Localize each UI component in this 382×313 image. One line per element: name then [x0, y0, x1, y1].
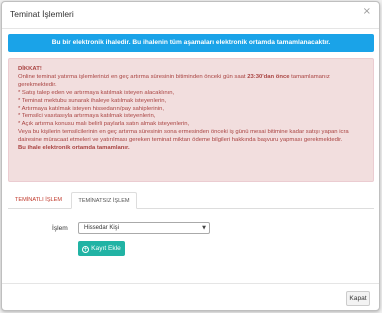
tab-bar: TEMİNATLI İŞLEM TEMİNATSIZ İŞLEM: [8, 192, 374, 209]
warning-alert: DİKKAT! Online teminat yatırma işlemleri…: [8, 58, 374, 182]
tab-teminatsiz-islem[interactable]: TEMİNATSIZ İŞLEM: [71, 192, 137, 209]
warning-item: * Temsilci vasıtasıyla artırmaya katılma…: [18, 113, 156, 120]
footer-divider: [2, 283, 379, 284]
info-text: Bu ihalenin tüm aşamaları elektronik ort…: [130, 39, 331, 46]
warning-title: DİKKAT!: [18, 66, 42, 72]
teminat-modal: Teminat İşlemleri × Bu bir elektronik ih…: [1, 1, 380, 311]
modal-title: Teminat İşlemleri: [10, 9, 74, 19]
modal-header: Teminat İşlemleri ×: [2, 2, 379, 29]
close-button[interactable]: Kapat: [346, 291, 370, 306]
warning-intro: Online teminat yatırma işlemlerinizi en …: [18, 74, 365, 90]
warning-intro-bold: 23:30'dan önce: [247, 73, 290, 80]
islem-select[interactable]: Hissedar Kişi ▼: [78, 222, 210, 234]
islem-label: İşlem: [52, 225, 68, 232]
info-bold-text: Bu bir elektronik ihaledir.: [51, 39, 131, 46]
add-record-button[interactable]: + Kayıt Ekle: [78, 241, 125, 256]
warning-paragraph: Veya bu kişilerin temsilcilerinin en geç…: [18, 129, 349, 144]
chevron-down-icon: ▼: [202, 225, 206, 231]
warning-item: * Teminat mektubu sunarak ihaleye katılm…: [18, 97, 167, 104]
islem-select-value: Hissedar Kişi: [84, 225, 120, 231]
electronic-auction-info: Bu bir elektronik ihaledir. Bu ihalenin …: [8, 34, 374, 52]
warning-intro-pre: Online teminat yatırma işlemlerinizi en …: [18, 73, 248, 80]
warning-final: Bu ihale elektronik ortamda tamamlanır.: [18, 145, 130, 152]
tab-teminatli-islem[interactable]: TEMİNATLI İŞLEM: [8, 192, 69, 208]
warning-item: * Artırmaya katılmak isteyen hissedarın/…: [18, 105, 165, 112]
warning-item: * Açık artırma konusu malı belirli payla…: [18, 121, 190, 128]
close-icon[interactable]: ×: [363, 6, 371, 17]
plus-circle-icon: +: [82, 246, 90, 253]
add-record-label: Kayıt Ekle: [91, 245, 121, 252]
warning-item: * Satış talep eden ve artırmaya katılmak…: [18, 89, 175, 96]
